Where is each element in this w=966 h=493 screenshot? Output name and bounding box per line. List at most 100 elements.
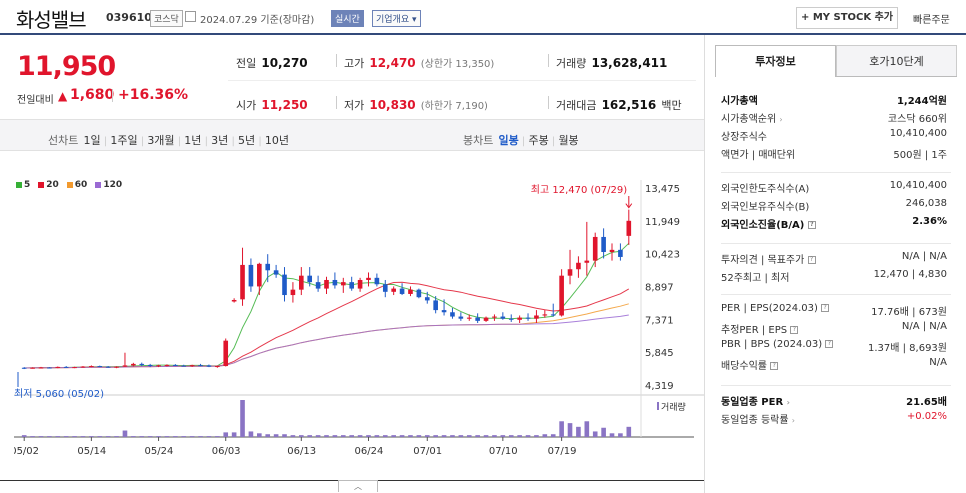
info-value: 17.76배 | 673원 bbox=[871, 307, 947, 318]
info-row: 동일업종 등락률 › +0.02% bbox=[721, 411, 947, 427]
info-row: 동일업종 PER › 21.65배 bbox=[721, 393, 947, 409]
info-label-text: 동일업종 등락률 bbox=[721, 415, 789, 426]
high-price: 고가 12,470 (상한가 13,350) bbox=[344, 52, 494, 71]
info-value: 2.36% bbox=[912, 216, 947, 227]
volume-bar bbox=[89, 436, 94, 437]
candle-body bbox=[147, 364, 153, 367]
candle-body bbox=[374, 277, 380, 285]
candle-body bbox=[189, 365, 195, 367]
candle-body bbox=[424, 297, 430, 301]
chevron-right-icon[interactable]: › bbox=[787, 398, 790, 407]
chevron-right-icon[interactable]: › bbox=[792, 416, 795, 425]
volume-bar bbox=[559, 421, 564, 437]
y-tick-label: 13,475 bbox=[645, 184, 680, 195]
volume-bar bbox=[189, 436, 195, 437]
candle-body bbox=[492, 316, 497, 318]
candle-body bbox=[30, 367, 35, 369]
low-value: 10,830 bbox=[369, 98, 416, 112]
candle-period-1[interactable]: 주봉 bbox=[528, 134, 548, 147]
candle-body bbox=[173, 364, 178, 366]
volume-bar bbox=[366, 435, 371, 437]
ma-120-line bbox=[24, 314, 629, 369]
volume-bar bbox=[298, 435, 304, 437]
volume-bar bbox=[156, 436, 161, 437]
info-icon[interactable]: ? bbox=[807, 221, 816, 229]
info-label: PBR | BPS (2024.03) ? bbox=[721, 339, 834, 350]
add-mystock-button[interactable]: + MY STOCK 추가 bbox=[796, 7, 898, 29]
candle-body bbox=[408, 289, 413, 294]
volume-bar bbox=[181, 436, 187, 437]
prev-close: 전일 10,270 bbox=[236, 52, 308, 71]
section-divider bbox=[721, 243, 951, 244]
candle-body bbox=[576, 262, 581, 270]
volume-value: 13,628,411 bbox=[591, 56, 668, 70]
period-6[interactable]: 10년 bbox=[265, 134, 289, 147]
volume-bar bbox=[508, 435, 514, 437]
info-value: 21.65배 bbox=[906, 397, 947, 408]
info-icon[interactable]: ? bbox=[807, 256, 816, 264]
info-label-text: 외국인보유주식수(B) bbox=[721, 202, 810, 213]
calendar-icon bbox=[185, 11, 196, 22]
y-tick-label: 8,897 bbox=[645, 283, 674, 294]
y-tick-label: 4,319 bbox=[645, 381, 674, 392]
candle-body bbox=[382, 284, 388, 292]
divider: | bbox=[100, 136, 111, 147]
info-icon[interactable]: ? bbox=[821, 304, 830, 312]
volume-bar bbox=[433, 435, 438, 437]
volume-label: 거래량 bbox=[556, 57, 587, 70]
info-value: 1,244억원 bbox=[896, 96, 947, 107]
x-tick-label: 05/14 bbox=[77, 446, 106, 457]
period-4[interactable]: 3년 bbox=[211, 134, 228, 147]
candle-body bbox=[601, 236, 606, 253]
period-2[interactable]: 3개월 bbox=[147, 134, 174, 147]
volume-bar bbox=[164, 436, 170, 437]
period-0[interactable]: 1일 bbox=[83, 134, 100, 147]
candle-period-2[interactable]: 월봉 bbox=[558, 134, 578, 147]
company-overview-dropdown[interactable]: 기업개요 ▾ bbox=[372, 10, 421, 27]
candle-body bbox=[223, 340, 229, 367]
candle-body bbox=[198, 365, 203, 367]
price-chart[interactable]: 13,475 11,949 10,423 8,897 7,371 5,845 4,319 최고… bbox=[14, 180, 704, 460]
tab-orderbook[interactable]: 호가10단계 bbox=[836, 45, 957, 77]
info-label-text: 배당수익률 bbox=[721, 361, 767, 372]
divider: | bbox=[518, 136, 529, 147]
quick-order-button[interactable]: 빠른주문 bbox=[913, 11, 950, 26]
volume-bar bbox=[416, 435, 422, 437]
divider bbox=[336, 96, 337, 109]
tab-investment-info[interactable]: 투자정보 bbox=[715, 45, 836, 77]
info-label-text: 투자의견 | 목표주가 bbox=[721, 255, 805, 266]
candle-body bbox=[433, 300, 438, 311]
candle-body bbox=[609, 249, 615, 253]
section-divider bbox=[721, 294, 951, 295]
realtime-badge[interactable]: 실시간 bbox=[331, 10, 364, 27]
collapse-handle[interactable]: ︿ bbox=[338, 480, 378, 492]
volume-bar bbox=[173, 436, 178, 437]
volume-bar bbox=[290, 435, 296, 437]
candle-body bbox=[542, 314, 548, 316]
volume-bar bbox=[47, 436, 52, 437]
candle-period-0[interactable]: 일봉 bbox=[498, 134, 518, 147]
info-value: 코스닥 660위 bbox=[887, 114, 947, 125]
volume-bar bbox=[215, 436, 220, 437]
candle-body bbox=[357, 279, 363, 289]
candle-body bbox=[315, 282, 321, 289]
info-icon[interactable]: ? bbox=[825, 340, 834, 348]
candle-body bbox=[89, 366, 94, 368]
period-5[interactable]: 5년 bbox=[238, 134, 255, 147]
x-tick-label: 07/10 bbox=[489, 446, 518, 457]
volume-bar bbox=[198, 436, 203, 437]
candle-body bbox=[525, 317, 531, 319]
info-value: 10,410,400 bbox=[889, 180, 947, 191]
info-row: 시가총액 1,244억원 bbox=[721, 92, 947, 108]
info-icon[interactable]: ? bbox=[790, 326, 799, 334]
period-3[interactable]: 1년 bbox=[184, 134, 201, 147]
info-label: 상장주식수 bbox=[721, 128, 767, 143]
info-icon[interactable]: ? bbox=[770, 362, 779, 370]
info-label: 시가총액순위 › bbox=[721, 110, 783, 125]
volume-bar bbox=[592, 431, 598, 437]
volume-bar bbox=[315, 435, 321, 437]
divider bbox=[336, 54, 337, 67]
chevron-right-icon[interactable]: › bbox=[779, 115, 782, 124]
period-1[interactable]: 1주일 bbox=[110, 134, 137, 147]
info-label-text: 추정PER | EPS bbox=[721, 325, 788, 336]
